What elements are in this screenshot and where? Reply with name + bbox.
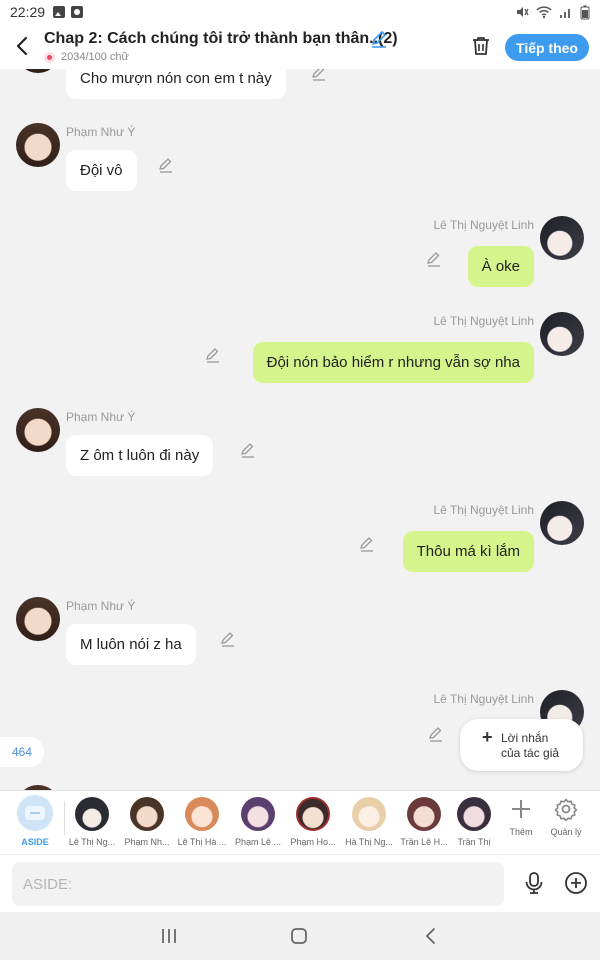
character-label: Phạm Nh... [124, 837, 170, 847]
sender-name: Lê Thị Nguyệt Linh [433, 692, 534, 706]
chapter-title: Chap 2: Cách chúng tôi trở thành bạn thâ… [44, 30, 398, 47]
record-icon [71, 6, 84, 18]
sender-name: Lê Thị Nguyệt Linh [433, 314, 534, 328]
character-item[interactable]: Phạm Nh... [121, 797, 173, 847]
next-button[interactable]: Tiếp theo [505, 34, 589, 61]
character-item[interactable]: Hà Thị Ng... [343, 797, 395, 847]
avatar[interactable] [540, 312, 584, 356]
edit-message-icon[interactable] [205, 347, 221, 363]
character-label: Trần Thị [457, 837, 491, 847]
character-label: Lê Thị Hà ... [177, 837, 227, 847]
message-bubble[interactable]: Thôu má kì lắm [402, 531, 534, 572]
edit-title-icon[interactable] [370, 30, 388, 48]
status-time: 22:29 [10, 4, 46, 20]
character-item[interactable]: Phạm Lê ... [232, 797, 284, 847]
character-label: Phạm Lê ... [234, 837, 282, 847]
back-nav-icon[interactable] [421, 926, 441, 946]
aside-selector[interactable]: ASIDE [12, 795, 58, 847]
aside-icon [17, 795, 53, 831]
signal-icon [560, 9, 570, 18]
character-label: Phạm Ho... [290, 837, 336, 847]
battery-icon [580, 5, 590, 19]
avatar[interactable] [540, 216, 584, 260]
trash-icon[interactable] [470, 35, 492, 57]
character-avatar [75, 797, 109, 831]
mute-icon [517, 7, 529, 17]
word-count: 2034/100 chữ [44, 51, 129, 63]
avatar[interactable] [16, 123, 60, 167]
character-label: Hà Thị Ng... [345, 837, 393, 847]
manage-characters-button[interactable]: Quản lý [546, 797, 586, 837]
character-item[interactable]: Phạm Ho... [287, 797, 339, 847]
message-bubble[interactable]: Z ôm t luôn đi này [66, 435, 214, 476]
sender-name: Phạm Như Ý [66, 125, 136, 139]
avatar[interactable] [540, 501, 584, 545]
aside-label: ASIDE [21, 837, 49, 847]
character-label: Lê Thị Ng... [68, 837, 116, 847]
avatar[interactable] [16, 408, 60, 452]
message-bubble[interactable]: Đội vô [66, 150, 137, 191]
author-note-button[interactable]: + Lời nhắn của tác giả [460, 719, 583, 771]
plus-icon: + [482, 727, 493, 747]
character-label: Trần Lê H... [400, 837, 448, 847]
character-item[interactable]: Lê Thị Ng... [66, 797, 118, 847]
character-avatar [130, 797, 164, 831]
gear-icon [554, 798, 578, 821]
character-avatar [352, 797, 386, 831]
sender-name: Lê Thị Nguyệt Linh [433, 218, 534, 232]
sender-name: Phạm Như Ý [66, 410, 136, 424]
add-circle-icon[interactable] [564, 871, 588, 895]
edit-message-icon[interactable] [426, 251, 442, 267]
status-bar: 22:29 [0, 0, 600, 24]
edit-message-icon[interactable] [158, 157, 174, 173]
message-counter[interactable]: 464 [0, 737, 44, 767]
edit-message-icon[interactable] [359, 536, 375, 552]
character-item[interactable]: Trần Lê H... [398, 797, 450, 847]
edit-message-icon[interactable] [311, 69, 327, 81]
message-input[interactable] [12, 862, 504, 906]
avatar[interactable] [16, 597, 60, 641]
plus-icon [512, 800, 530, 818]
edit-message-icon[interactable] [220, 631, 236, 647]
sender-name: Lê Thị Nguyệt Linh [433, 503, 534, 517]
author-note-line1: Lời nhắn [501, 731, 549, 745]
add-character-button[interactable]: Thêm [501, 797, 541, 837]
character-avatar [457, 797, 491, 831]
edit-message-icon[interactable] [240, 442, 256, 458]
word-count-text: 2034/100 chữ [61, 51, 129, 63]
sender-name: Phạm Như Ý [66, 599, 136, 613]
message-bubble[interactable]: À oke [467, 246, 534, 287]
wifi-icon [536, 6, 552, 19]
back-icon[interactable] [12, 34, 32, 58]
avatar[interactable] [16, 69, 60, 73]
message-bubble[interactable]: Cho mượn nón con em t này [66, 69, 286, 99]
composer [0, 854, 600, 912]
manage-characters-label: Quản lý [550, 827, 582, 837]
message-bubble[interactable]: Đội nón bảo hiểm r nhưng vẫn sợ nha [252, 342, 534, 383]
chat-area[interactable]: Cho mượn nón con em t này Phạm Như Ý Đội… [0, 69, 600, 790]
character-bar: ASIDE Lê Thị Ng... Phạm Nh... Lê Thị Hà … [0, 790, 600, 854]
character-avatar [241, 797, 275, 831]
character-avatar [407, 797, 441, 831]
author-note-line2: của tác giả [501, 746, 560, 760]
chapter-header: Chap 2: Cách chúng tôi trở thành bạn thâ… [0, 24, 600, 69]
character-item[interactable]: Lê Thị Hà ... [176, 797, 228, 847]
gallery-icon [53, 6, 66, 18]
microphone-icon[interactable] [522, 871, 546, 895]
home-icon[interactable] [289, 926, 309, 946]
character-item[interactable]: Trần Thị [448, 797, 500, 847]
system-nav-bar [0, 912, 600, 960]
recent-apps-icon[interactable] [159, 926, 179, 946]
character-avatar [185, 797, 219, 831]
character-avatar [296, 797, 330, 831]
message-bubble[interactable]: M luôn nói z ha [66, 624, 196, 665]
edit-message-icon[interactable] [428, 726, 444, 742]
record-dot-icon [44, 51, 55, 63]
add-character-label: Thêm [509, 827, 533, 837]
divider [64, 801, 65, 835]
